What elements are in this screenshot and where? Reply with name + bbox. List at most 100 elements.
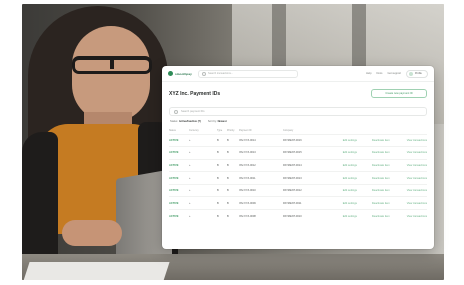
status-filter[interactable]: Status: Active/Inactive (7) [170,120,201,123]
column-header [357,127,390,134]
view-transactions-link[interactable]: View transactions [389,209,427,223]
type-cell: B [217,146,227,160]
top-link-docs[interactable]: Docs [377,72,383,75]
top-bar: smoothpay Search transactions... Help Do… [162,66,434,82]
status-cell: ACTIVE [169,146,189,160]
column-header [390,127,427,134]
page-header: XYZ Inc. Payment IDs Create new payment … [162,82,434,98]
deactivate-link[interactable]: Deactivate item [356,183,390,197]
deactivate-link[interactable]: Deactivate item [356,209,390,223]
company-cell: PAYMENT-0013 [283,171,331,185]
view-transactions-link[interactable]: View transactions [389,146,427,160]
edit-settings-link[interactable]: Edit settings [331,146,357,160]
top-link-help[interactable]: Help [366,72,371,75]
priority-cell: B [227,158,239,172]
payment-id-table: Status Currency Type Priority Payment ID… [169,127,427,223]
search-icon [202,71,206,76]
edit-settings-link[interactable]: Edit settings [331,183,357,197]
table-row[interactable]: ACTIVE + B B INV-XYZ-0010 PAYMENT-0012 Edit se… [169,183,427,197]
edit-settings-link[interactable]: Edit settings [331,158,357,172]
table-row[interactable]: ACTIVE + B B INV-XYZ-0011 PAYMENT-0013 Edit se… [169,171,427,185]
top-link-support[interactable]: Get support [387,72,401,75]
view-transactions-link[interactable]: View transactions [389,171,427,185]
table-row[interactable]: ACTIVE + B B INV-XYZ-0014 PAYMENT-0016 Edit se… [169,133,427,147]
priority-cell: B [227,146,239,160]
dashboard-window: smoothpay Search transactions... Help Do… [162,66,434,249]
status-cell: ACTIVE [169,171,189,185]
status-cell: ACTIVE [169,209,189,223]
company-cell: PAYMENT-0016 [283,133,331,147]
logo[interactable]: smoothpay [168,71,192,76]
global-search-placeholder: Search transactions... [208,72,234,75]
column-header: Currency [189,128,199,132]
paper-sheet [22,262,170,280]
woman-face [72,26,150,122]
payment-id-cell: INV-XYZ-0009 [239,196,283,210]
priority-cell: B [227,183,239,197]
payment-id-cell: INV-XYZ-0010 [239,183,283,197]
status-cell: ACTIVE [169,196,189,210]
type-cell: B [217,171,227,185]
table-row[interactable]: ACTIVE + B B INV-XYZ-0013 PAYMENT-0015 Edit se… [169,146,427,160]
jacket-left [22,132,58,272]
deactivate-link[interactable]: Deactivate item [356,171,390,185]
deactivate-link[interactable]: Deactivate item [356,146,390,160]
company-cell: PAYMENT-0014 [283,158,331,172]
global-search-input[interactable]: Search transactions... [198,69,298,78]
account-menu[interactable]: Profile [406,69,428,78]
edit-settings-link[interactable]: Edit settings [331,196,357,210]
currency-cell: + [189,171,217,185]
type-cell: B [217,196,227,210]
type-cell: B [217,158,227,172]
currency-cell: + [189,209,217,223]
currency-cell: + [189,158,217,172]
type-cell: B [217,133,227,147]
edit-settings-link[interactable]: Edit settings [331,171,357,185]
edit-settings-link[interactable]: Edit settings [331,133,357,147]
priority-cell: B [227,196,239,210]
sort-filter[interactable]: Sort by: Newest [208,120,227,123]
deactivate-link[interactable]: Deactivate item [356,133,390,147]
sort-filter-label: Sort by: [207,120,217,123]
table-row[interactable]: ACTIVE + B B INV-XYZ-0008 PAYMENT-0010 Edit se… [169,209,427,223]
view-transactions-link[interactable]: View transactions [389,158,427,172]
payment-id-search-placeholder: Search payment IDs [181,110,205,113]
create-payment-id-button[interactable]: Create new payment ID [371,89,427,98]
edit-settings-link[interactable]: Edit settings [331,209,357,223]
top-links: Help Docs Get support Profile [366,69,428,78]
priority-cell: B [227,133,239,147]
glasses [72,56,152,74]
company-cell: PAYMENT-0010 [283,209,331,223]
logo-icon [168,71,173,76]
type-cell: B [217,183,227,197]
deactivate-link[interactable]: Deactivate item [356,158,390,172]
search-icon [174,109,178,114]
status-filter-label: Status: [170,120,179,123]
sort-filter-value: Newest [217,120,227,123]
currency-cell: + [189,146,217,160]
payment-id-cell: INV-XYZ-0013 [239,146,283,160]
company-cell: PAYMENT-0012 [283,183,331,197]
company-cell: PAYMENT-0011 [283,196,331,210]
payment-id-cell: INV-XYZ-0011 [239,171,283,185]
company-cell: PAYMENT-0015 [283,146,331,160]
deactivate-link[interactable]: Deactivate item [356,196,390,210]
status-cell: ACTIVE [169,133,189,147]
view-transactions-link[interactable]: View transactions [389,133,427,147]
currency-cell: + [189,183,217,197]
table-row[interactable]: ACTIVE + B B INV-XYZ-0009 PAYMENT-0011 Edit se… [169,196,427,210]
payment-id-cell: INV-XYZ-0012 [239,158,283,172]
view-transactions-link[interactable]: View transactions [389,183,427,197]
hand [62,220,122,246]
view-transactions-link[interactable]: View transactions [389,196,427,210]
table-row[interactable]: ACTIVE + B B INV-XYZ-0012 PAYMENT-0014 Edit se… [169,158,427,172]
column-header: Status [169,128,176,132]
type-cell: B [217,209,227,223]
payment-id-search-input[interactable]: Search payment IDs [169,107,427,116]
avatar [409,71,413,76]
payment-id-cell: INV-XYZ-0008 [239,209,283,223]
status-cell: ACTIVE [169,183,189,197]
column-header: Company [283,128,294,132]
payment-id-cell: INV-XYZ-0014 [239,133,283,147]
column-header [331,127,357,134]
